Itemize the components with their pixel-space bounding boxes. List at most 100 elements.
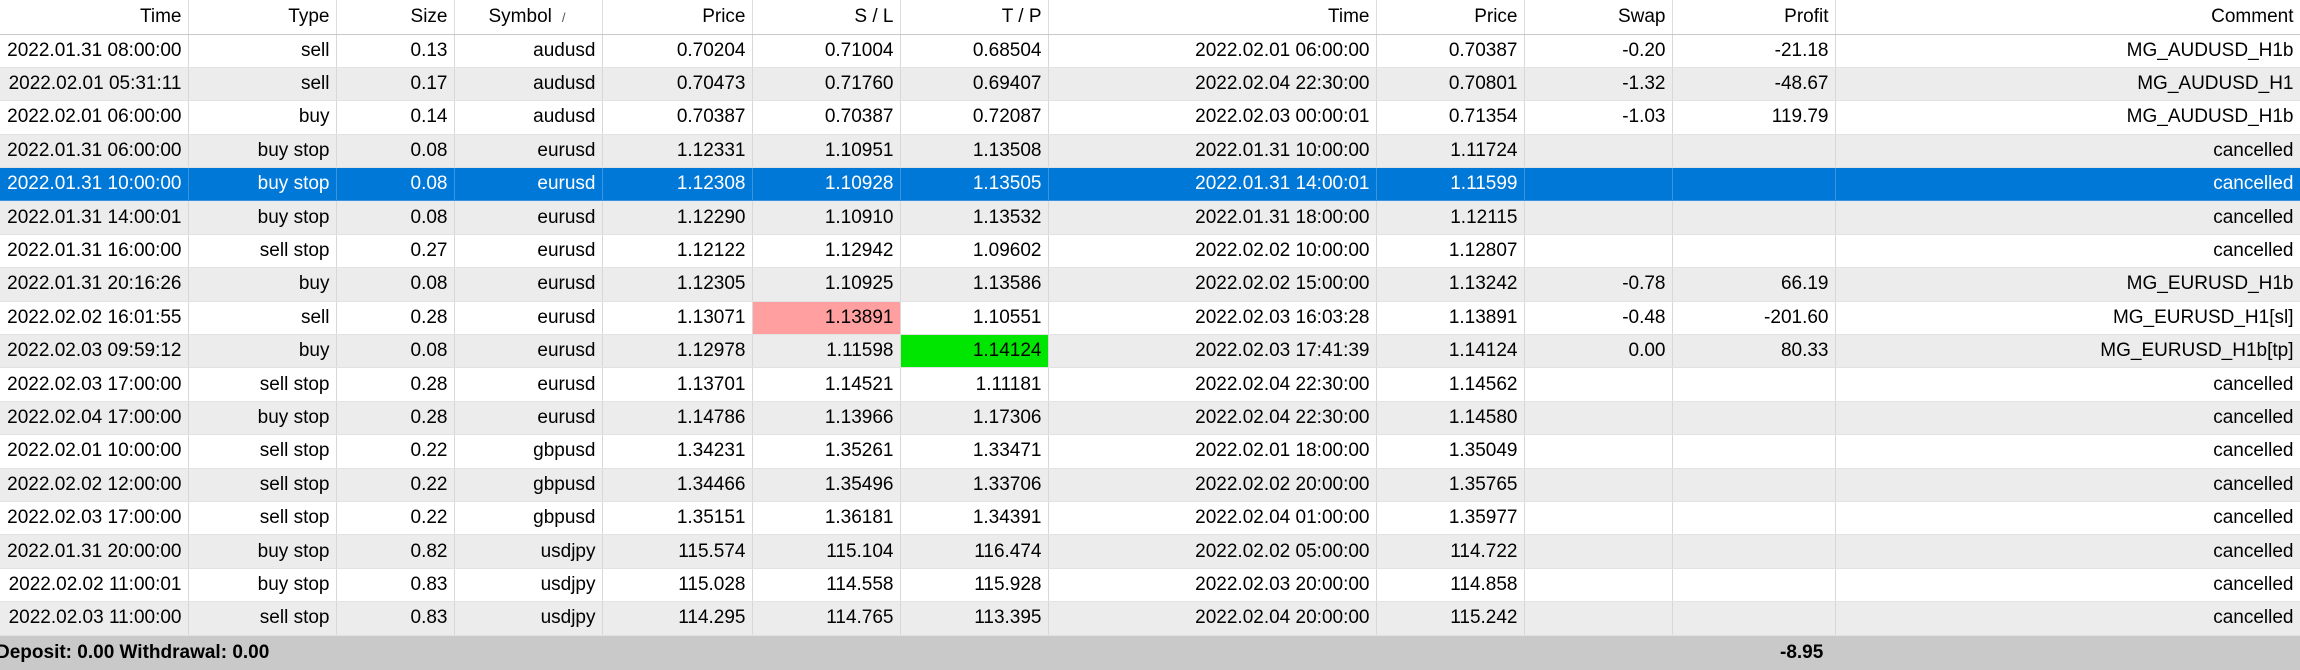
cell-close-time: 2022.01.31 14:00:01 xyxy=(1048,167,1377,202)
cell-sl: 1.36181 xyxy=(752,501,901,536)
table-row[interactable]: 2022.02.01 05:31:11 sell 0.17 audusd 0.70473… xyxy=(0,67,2300,102)
cell-price: 1.12122 xyxy=(602,234,753,269)
cell-price: 0.70387 xyxy=(602,100,753,135)
cell-tp: 115.928 xyxy=(900,568,1049,603)
cell-symbol: eurusd xyxy=(454,301,603,336)
column-header-symbol[interactable]: Symbol / xyxy=(454,0,603,35)
history-table: Time Type Size Symbol / Price S / L T / P Time Pr… xyxy=(0,0,2300,636)
cell-comment: MG_EURUSD_H1[sl] xyxy=(1835,301,2300,336)
table-row[interactable]: 2022.02.03 11:00:00 sell stop 0.83 usdjpy 11… xyxy=(0,601,2300,636)
cell-type: buy stop xyxy=(188,167,337,202)
table-row[interactable]: 2022.02.01 06:00:00 buy 0.14 audusd 0.70387 0… xyxy=(0,100,2300,135)
cell-profit xyxy=(1672,134,1836,169)
table-row[interactable]: 2022.02.03 17:00:00 sell stop 0.22 gbpusd 1.… xyxy=(0,501,2300,536)
cell-type: buy xyxy=(188,100,337,135)
cell-type: buy stop xyxy=(188,401,337,436)
table-header: Time Type Size Symbol / Price S / L T / P Time Pr… xyxy=(0,0,2300,35)
table-row[interactable]: 2022.02.02 16:01:55 sell 0.28 eurusd 1.13071… xyxy=(0,301,2300,336)
cell-symbol: gbpusd xyxy=(454,501,603,536)
cell-symbol: audusd xyxy=(454,34,603,68)
column-header-label: Size xyxy=(410,5,448,27)
cell-type: sell xyxy=(188,301,337,336)
column-header-comment[interactable]: Comment xyxy=(1835,0,2300,35)
table-row[interactable]: 2022.02.02 12:00:00 sell stop 0.22 gbpusd 1.… xyxy=(0,468,2300,502)
cell-time: 2022.02.01 05:31:11 xyxy=(0,67,189,102)
column-header-profit[interactable]: Profit xyxy=(1672,0,1836,35)
cell-price: 1.12305 xyxy=(602,267,753,302)
column-header-label: Comment xyxy=(2211,5,2294,27)
cell-close-price: 0.70801 xyxy=(1376,67,1525,102)
cell-size: 0.28 xyxy=(336,301,455,336)
cell-tp: 0.69407 xyxy=(900,67,1049,102)
table-row[interactable]: 2022.01.31 08:00:00 sell 0.13 audusd 0.70204… xyxy=(0,34,2300,68)
cell-close-time: 2022.02.04 20:00:00 xyxy=(1048,601,1377,636)
cell-symbol: gbpusd xyxy=(454,468,603,502)
column-header-close-time[interactable]: Time xyxy=(1048,0,1377,35)
table-row[interactable]: 2022.01.31 20:16:26 buy 0.08 eurusd 1.12305 1… xyxy=(0,267,2300,302)
cell-profit xyxy=(1672,434,1836,469)
column-header-type[interactable]: Type xyxy=(188,0,337,35)
cell-sl: 1.14521 xyxy=(752,367,901,402)
column-header-time[interactable]: Time xyxy=(0,0,189,35)
cell-close-time: 2022.02.03 00:00:01 xyxy=(1048,100,1377,135)
cell-time: 2022.02.03 17:00:00 xyxy=(0,367,189,402)
table-row[interactable]: 2022.02.02 11:00:01 buy stop 0.83 usdjpy 115… xyxy=(0,568,2300,603)
cell-price: 1.13071 xyxy=(602,301,753,336)
cell-profit xyxy=(1672,534,1836,569)
cell-profit xyxy=(1672,568,1836,603)
status-footer: Deposit: 0.00 Withdrawal: 0.00 -8.95 xyxy=(0,636,2300,670)
table-row-selected[interactable]: 2022.01.31 10:00:00 buy stop 0.08 eurusd 1.1… xyxy=(0,167,2300,202)
cell-price: 1.12308 xyxy=(602,167,753,202)
cell-swap xyxy=(1524,134,1673,169)
cell-size: 0.28 xyxy=(336,367,455,402)
cell-comment: cancelled xyxy=(1835,234,2300,269)
cell-close-time: 2022.02.02 05:00:00 xyxy=(1048,534,1377,569)
cell-comment: cancelled xyxy=(1835,434,2300,469)
column-header-close-price[interactable]: Price xyxy=(1376,0,1525,35)
cell-size: 0.08 xyxy=(336,267,455,302)
cell-time: 2022.02.02 11:00:01 xyxy=(0,568,189,603)
cell-close-price: 1.35977 xyxy=(1376,501,1525,536)
table-row[interactable]: 2022.02.03 09:59:12 buy 0.08 eurusd 1.12978 1… xyxy=(0,334,2300,369)
cell-sl: 1.10928 xyxy=(752,167,901,202)
cell-sl: 115.104 xyxy=(752,534,901,569)
table-row[interactable]: 2022.01.31 14:00:01 buy stop 0.08 eurusd 1.1… xyxy=(0,200,2300,235)
cell-tp: 1.09602 xyxy=(900,234,1049,269)
column-header-price[interactable]: Price xyxy=(602,0,753,35)
cell-symbol: usdjpy xyxy=(454,601,603,636)
cell-tp: 1.13532 xyxy=(900,200,1049,235)
column-header-sl[interactable]: S / L xyxy=(752,0,901,35)
table-row[interactable]: 2022.02.04 17:00:00 buy stop 0.28 eurusd 1.1… xyxy=(0,401,2300,436)
table-row[interactable]: 2022.02.01 10:00:00 sell stop 0.22 gbpusd 1.… xyxy=(0,434,2300,469)
column-header-tp[interactable]: T / P xyxy=(900,0,1049,35)
cell-time: 2022.01.31 10:00:00 xyxy=(0,167,189,202)
table-row[interactable]: 2022.01.31 16:00:00 sell stop 0.27 eurusd 1.… xyxy=(0,234,2300,269)
cell-close-time: 2022.02.04 01:00:00 xyxy=(1048,501,1377,536)
cell-type: buy xyxy=(188,267,337,302)
cell-size: 0.14 xyxy=(336,100,455,135)
cell-price: 1.12978 xyxy=(602,334,753,369)
cell-type: sell stop xyxy=(188,434,337,469)
cell-close-time: 2022.02.02 10:00:00 xyxy=(1048,234,1377,269)
total-profit: -8.95 xyxy=(1780,642,1824,663)
cell-comment: cancelled xyxy=(1835,167,2300,202)
cell-close-time: 2022.01.31 10:00:00 xyxy=(1048,134,1377,169)
column-header-swap[interactable]: Swap xyxy=(1524,0,1673,35)
table-row[interactable]: 2022.01.31 06:00:00 buy stop 0.08 eurusd 1.1… xyxy=(0,134,2300,169)
cell-profit xyxy=(1672,401,1836,436)
table-row[interactable]: 2022.02.03 17:00:00 sell stop 0.28 eurusd 1.… xyxy=(0,367,2300,402)
cell-swap xyxy=(1524,434,1673,469)
cell-price: 0.70473 xyxy=(602,67,753,102)
cell-symbol: audusd xyxy=(454,100,603,135)
cell-type: sell xyxy=(188,67,337,102)
cell-swap: -0.20 xyxy=(1524,34,1673,68)
cell-comment: cancelled xyxy=(1835,601,2300,636)
column-header-size[interactable]: Size xyxy=(336,0,455,35)
cell-sl: 1.35261 xyxy=(752,434,901,469)
cell-size: 0.08 xyxy=(336,167,455,202)
cell-profit: -48.67 xyxy=(1672,67,1836,102)
cell-sl: 114.558 xyxy=(752,568,901,603)
cell-sl: 0.70387 xyxy=(752,100,901,135)
table-row[interactable]: 2022.01.31 20:00:00 buy stop 0.82 usdjpy 115… xyxy=(0,534,2300,569)
cell-close-price: 114.858 xyxy=(1376,568,1525,603)
